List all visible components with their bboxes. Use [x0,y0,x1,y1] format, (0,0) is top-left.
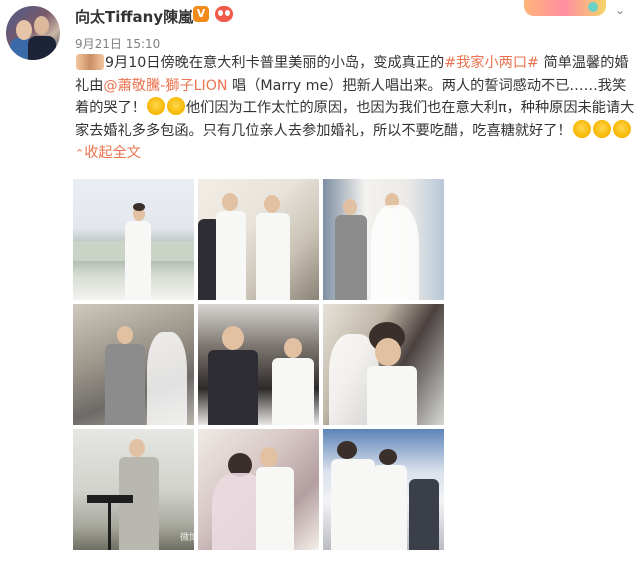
vows-photo[interactable] [73,304,194,425]
chevron-down-icon[interactable]: ⌄ [610,2,630,18]
collapse-arrow-icon[interactable]: ⌃ [75,147,84,160]
couple-embrace-photo[interactable] [198,429,319,550]
decorative-banner [524,0,606,16]
mention-link[interactable]: @蕭敬騰-獅子LION [103,78,227,94]
hashtag-link[interactable]: #我家小两口# [444,55,539,71]
guests-photo[interactable] [198,304,319,425]
weibo-watermark: 微博 [180,533,199,543]
post-body: 9月10日傍晚在意大利卡普里美丽的小岛，变成真正的#我家小两口# 简单温馨的婚礼… [75,52,635,166]
post-text-segment: 9月10日傍晚在意大利卡普里美丽的小岛，变成真正的 [105,55,445,71]
groomsmen-photo[interactable] [198,179,319,300]
singer-on-cliff-photo[interactable] [73,179,194,300]
singer-with-couple-photo[interactable] [323,429,444,550]
singer-at-stand-photo[interactable] [73,429,194,550]
laugh-emoji-icon [572,119,591,138]
member-level-icon[interactable] [215,6,233,22]
couple-emoji-icon [76,54,104,70]
post-timestamp[interactable]: 9月21日 15:10 [75,35,160,52]
username[interactable]: 向太Tiffany陳嵐 [75,6,193,27]
laugh-emoji-icon [612,119,631,138]
couple-closeup-photo[interactable] [323,304,444,425]
laugh-emoji-icon [166,97,185,115]
laugh-cry-emoji-icon [146,97,165,115]
verified-v-icon[interactable]: V [193,6,209,22]
collapse-text-link[interactable]: 收起全文 [84,145,141,161]
avatar[interactable] [6,6,60,60]
laugh-emoji-icon [592,119,611,138]
bride-walk-photo[interactable] [323,179,444,300]
